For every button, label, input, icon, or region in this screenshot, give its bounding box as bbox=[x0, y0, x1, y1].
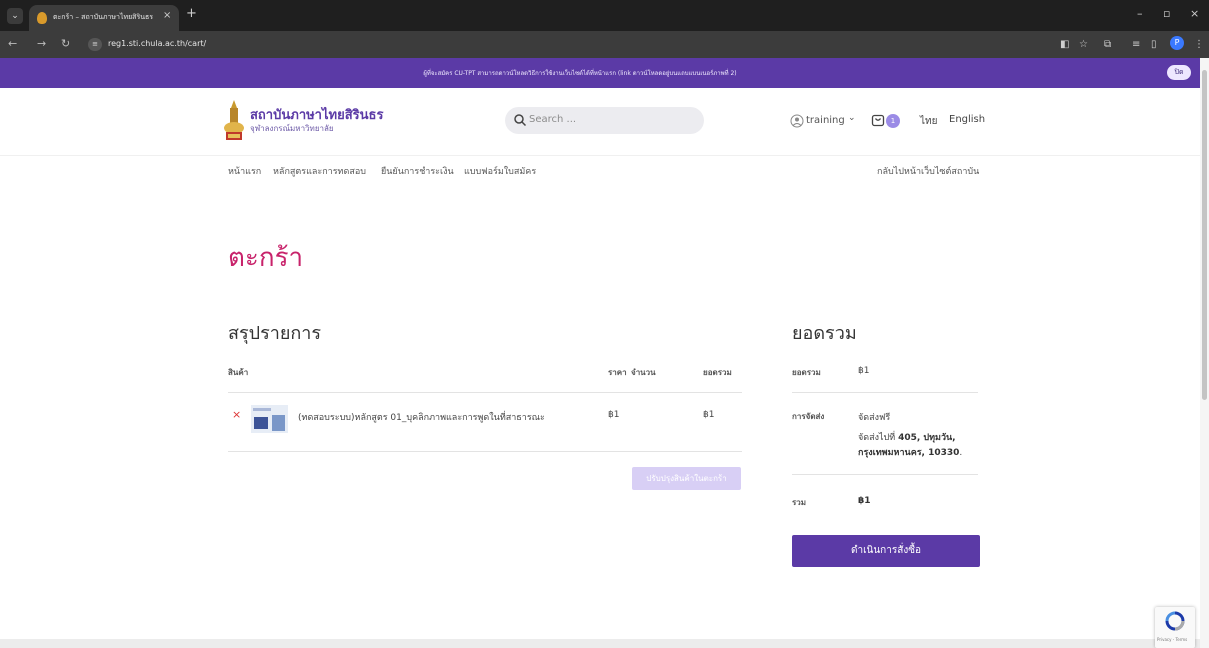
browser-tab[interactable]: ตะกร้า – สถาบันภาษาไทยสิรินธร จุฬา × bbox=[29, 5, 179, 31]
column-header-price: ราคา bbox=[608, 368, 627, 377]
browser-menu-icon[interactable]: ⋮ bbox=[1194, 39, 1204, 50]
language-english-link[interactable]: English bbox=[949, 114, 985, 125]
subtotal-label: ยอดรวม bbox=[792, 368, 821, 377]
url-field[interactable]: ≡ reg1.sti.chula.ac.th/cart/ bbox=[84, 35, 1034, 54]
table-divider bbox=[228, 392, 742, 393]
shipping-destination-prefix: จัดส่งไปที่ bbox=[858, 433, 896, 443]
totals-heading: ยอดรวม bbox=[792, 323, 857, 344]
recaptcha-terms-text[interactable]: Privacy - Terms bbox=[1157, 637, 1187, 642]
search-placeholder: Search ... bbox=[529, 114, 577, 125]
reading-list-icon[interactable]: ≡ bbox=[1132, 39, 1140, 50]
product-price: ฿1 bbox=[608, 410, 620, 420]
shipping-address-line-2: กรุงเทพมหานคร, 10330 bbox=[858, 448, 960, 458]
url-text: reg1.sti.chula.ac.th/cart/ bbox=[108, 39, 207, 48]
search-input[interactable]: Search ... bbox=[505, 107, 704, 134]
browser-address-bar: ← → ↻ ≡ reg1.sti.chula.ac.th/cart/ ◧ ☆ ⧉… bbox=[0, 31, 1209, 58]
totals-divider bbox=[792, 392, 978, 393]
institute-logo-icon[interactable] bbox=[222, 98, 246, 142]
forward-arrow-icon[interactable]: → bbox=[37, 37, 46, 50]
announcement-text: ผู้ที่จะสมัคร CU-TPT สามารถดาวน์โหลดวิธี… bbox=[423, 70, 737, 77]
column-header-total: ยอดรวม bbox=[703, 368, 732, 377]
chevron-down-icon[interactable]: ⌄ bbox=[848, 113, 856, 123]
subtotal-value: ฿1 bbox=[858, 366, 870, 376]
shipping-method: จัดส่งฟรี bbox=[858, 413, 891, 423]
checkout-button[interactable]: ดำเนินการสั่งซื้อ bbox=[792, 535, 980, 567]
product-thumbnail[interactable] bbox=[251, 405, 288, 433]
total-label: รวม bbox=[792, 498, 807, 507]
side-panel-icon[interactable]: ▯ bbox=[1151, 39, 1157, 50]
recaptcha-logo-icon bbox=[1165, 611, 1185, 631]
shipping-destination-suffix: . bbox=[959, 448, 963, 458]
nav-application-form[interactable]: แบบฟอร์มใบสมัคร bbox=[464, 164, 536, 178]
cart-count-badge: 1 bbox=[886, 114, 900, 128]
column-header-product: สินค้า bbox=[228, 368, 249, 377]
nav-home[interactable]: หน้าแรก bbox=[228, 164, 261, 178]
browser-tabbar: ⌄ ตะกร้า – สถาบันภาษาไทยสิรินธร จุฬา × +… bbox=[0, 0, 1209, 31]
update-cart-button[interactable]: ปรับปรุงสินค้าในตะกร้า bbox=[632, 467, 741, 490]
profile-avatar[interactable]: P bbox=[1170, 36, 1184, 50]
window-restore-button[interactable]: ▫ bbox=[1163, 7, 1170, 20]
user-icon[interactable] bbox=[790, 114, 804, 128]
cart-icon[interactable] bbox=[871, 113, 885, 127]
scrollbar-thumb[interactable] bbox=[1202, 70, 1207, 400]
nav-courses[interactable]: หลักสูตรและการทดสอบ bbox=[273, 164, 366, 178]
reload-icon[interactable]: ↻ bbox=[61, 37, 70, 50]
nav-payment-confirm[interactable]: ยืนยันการชำระเงิน bbox=[381, 164, 454, 178]
nav-back-to-institute[interactable]: กลับไปหน้าเว็บไซต์สถาบัน bbox=[877, 164, 979, 178]
shipping-address-line-1: 405, ปทุมวัน, bbox=[898, 433, 956, 443]
page-title: ตะกร้า bbox=[228, 243, 304, 273]
user-menu[interactable]: training bbox=[806, 115, 845, 126]
tab-close-button[interactable]: × bbox=[163, 10, 171, 21]
footer-strip bbox=[0, 639, 1200, 648]
window-close-button[interactable]: × bbox=[1190, 7, 1199, 20]
tab-search-menu-icon[interactable]: ⌄ bbox=[7, 8, 23, 24]
search-icon bbox=[514, 114, 527, 127]
total-value: ฿1 bbox=[858, 496, 871, 506]
product-name-link[interactable]: (ทดสอบระบบ)หลักสูตร 01_บุคลิกภาพและการพู… bbox=[298, 410, 545, 424]
remove-item-button[interactable]: × bbox=[232, 408, 241, 421]
site-info-icon[interactable]: ≡ bbox=[88, 38, 102, 51]
shipping-destination-line-2: กรุงเทพมหานคร, 10330. bbox=[858, 445, 962, 459]
extensions-icon[interactable]: ⧉ bbox=[1104, 39, 1111, 50]
announcement-bar: ผู้ที่จะสมัคร CU-TPT สามารถดาวน์โหลดวิธี… bbox=[0, 58, 1200, 88]
shipping-label: การจัดส่ง bbox=[792, 412, 825, 421]
window-minimize-button[interactable]: – bbox=[1137, 7, 1143, 20]
product-subtotal: ฿1 bbox=[703, 410, 715, 420]
table-divider bbox=[228, 451, 742, 452]
language-thai-link[interactable]: ไทย bbox=[920, 114, 937, 129]
site-subtitle: จุฬาลงกรณ์มหาวิทยาลัย bbox=[250, 124, 334, 133]
new-tab-button[interactable]: + bbox=[186, 6, 197, 21]
site-favicon-icon bbox=[37, 12, 47, 24]
totals-divider bbox=[792, 474, 978, 475]
bookmark-star-icon[interactable]: ☆ bbox=[1079, 39, 1088, 50]
summary-heading: สรุปรายการ bbox=[228, 323, 322, 344]
back-arrow-icon[interactable]: ← bbox=[8, 37, 17, 50]
translate-icon[interactable]: ◧ bbox=[1060, 39, 1069, 50]
header-divider bbox=[0, 155, 1200, 156]
tab-title: ตะกร้า – สถาบันภาษาไทยสิรินธร จุฬา bbox=[53, 13, 153, 21]
column-header-quantity: จำนวน bbox=[631, 368, 656, 377]
shipping-destination: จัดส่งไปที่ 405, ปทุมวัน, bbox=[858, 430, 956, 444]
announcement-close-button[interactable]: ปิด bbox=[1167, 65, 1191, 80]
